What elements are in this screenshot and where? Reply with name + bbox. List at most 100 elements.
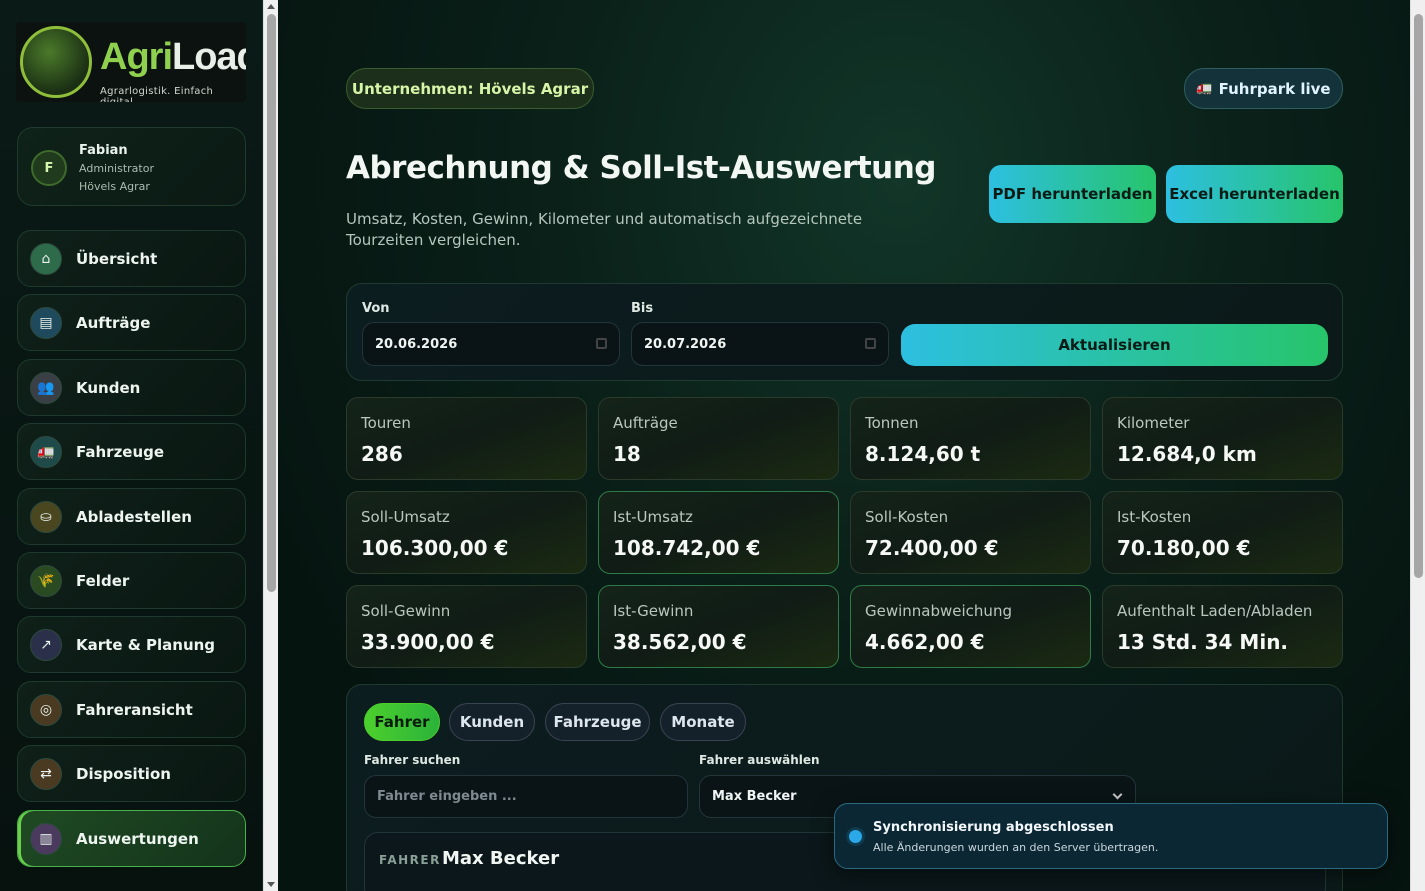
fleet-live-button[interactable]: 🚛 Fuhrpark live: [1184, 68, 1343, 109]
scroll-thumb[interactable]: [1414, 14, 1423, 578]
agriload-logo[interactable]: AgriLoad Agrarlogistik. Einfach digital.: [16, 22, 246, 102]
scroll-thumb[interactable]: [267, 14, 276, 592]
driver-name: Max Becker: [442, 848, 560, 869]
kpi-value: 38.562,00 €: [613, 630, 747, 654]
status-dot-icon: [849, 830, 862, 843]
kpi-card: Soll-Kosten 72.400,00 €: [850, 491, 1091, 574]
sidebar-item-aufträge[interactable]: ▤ Aufträge: [17, 294, 246, 352]
sidebar-item-label: Disposition: [76, 765, 171, 784]
kpi-label: Soll-Kosten: [865, 508, 949, 526]
kpi-label: Aufträge: [613, 414, 678, 432]
chart-icon: ▥: [30, 822, 62, 855]
sidebar-scrollbar[interactable]: [263, 0, 278, 891]
sidebar-item-übersicht[interactable]: ⌂ Übersicht: [17, 230, 246, 287]
swap-icon: ⇄: [30, 758, 62, 791]
scroll-up-icon[interactable]: [267, 4, 275, 9]
truck-icon: 🚛: [30, 436, 62, 469]
sidebar-item-auswertungen[interactable]: ▥ Auswertungen: [17, 809, 246, 867]
kpi-card: Aufenthalt Laden/Abladen 13 Std. 34 Min.: [1102, 585, 1343, 668]
main-content: Unternehmen: Hövels Agrar 🚛 Fuhrpark live…: [279, 0, 1410, 891]
brand-name-b: Load: [172, 36, 246, 78]
calendar-icon[interactable]: [865, 338, 876, 349]
sidebar-item-disposition[interactable]: ⇄ Disposition: [17, 745, 246, 803]
kpi-card: Soll-Gewinn 33.900,00 €: [346, 585, 587, 668]
kpi-value: 13 Std. 34 Min.: [1117, 630, 1289, 654]
brand-tagline: Agrarlogistik. Einfach digital.: [100, 86, 214, 102]
sidebar-item-fahreransicht[interactable]: ◎ Fahreransicht: [17, 680, 246, 738]
from-label: Von: [362, 301, 390, 316]
tab-monate[interactable]: Monate: [660, 703, 746, 741]
list-icon: ▤: [30, 307, 62, 340]
calendar-icon[interactable]: [596, 338, 607, 349]
truck-icon: 🚛: [1196, 81, 1213, 96]
kpi-value: 72.400,00 €: [865, 536, 999, 560]
user-card[interactable]: F Fabian Administrator Hövels Agrar: [17, 127, 246, 206]
toast-title: Synchronisierung abgeschlossen: [873, 820, 1114, 835]
tab-kunden[interactable]: Kunden: [449, 703, 535, 741]
kpi-value: 4.662,00 €: [865, 630, 985, 654]
sidebar-item-label: Karte & Planung: [76, 636, 216, 655]
sidebar: AgriLoad Agrarlogistik. Einfach digital.…: [0, 0, 263, 891]
kpi-label: Soll-Gewinn: [361, 602, 451, 620]
kpi-value: 12.684,0 km: [1117, 442, 1257, 466]
kpi-label: Touren: [361, 414, 411, 432]
excel-download-button[interactable]: Excel herunterladen: [1166, 165, 1343, 223]
kpi-card: Tonnen 8.124,60 t: [850, 397, 1091, 480]
brand-name-a: Agri: [100, 36, 173, 78]
sidebar-item-karte-planung[interactable]: ↗ Karte & Planung: [17, 616, 246, 674]
kpi-label: Ist-Kosten: [1117, 508, 1192, 526]
pdf-download-button[interactable]: PDF herunterladen: [989, 165, 1156, 223]
driver-tag: FAHRER: [379, 853, 441, 867]
sidebar-nav: ⌂ Übersicht ▤ Aufträge 👥 Kunden 🚛 Fahrzeuge ⛀ Abl…: [17, 230, 246, 874]
sidebar-item-label: Fahreransicht: [76, 700, 193, 719]
user-org: Hövels Agrar: [79, 180, 150, 193]
silo-icon: ⛀: [30, 500, 62, 533]
kpi-value: 33.900,00 €: [361, 630, 495, 654]
kpi-card: Soll-Umsatz 106.300,00 €: [346, 491, 587, 574]
kpi-label: Soll-Umsatz: [361, 508, 450, 526]
from-date-value: 20.06.2026: [375, 336, 458, 352]
kpi-value: 8.124,60 t: [865, 442, 981, 466]
company-badge[interactable]: Unternehmen: Hövels Agrar: [346, 68, 594, 109]
sidebar-item-label: Fahrzeuge: [76, 443, 165, 462]
sidebar-item-label: Auswertungen: [76, 829, 199, 848]
kpi-label: Ist-Gewinn: [613, 602, 694, 620]
kpi-card: Aufträge 18: [598, 397, 839, 480]
wheat-icon: 🌾: [30, 564, 62, 597]
map-icon: ↗: [30, 629, 62, 662]
toast-text: Alle Änderungen wurden an den Server übe…: [873, 841, 1159, 854]
sync-toast[interactable]: Synchronisierung abgeschlossen Alle Ände…: [834, 803, 1388, 869]
page-description: Umsatz, Kosten, Gewinn, Kilometer und au…: [346, 210, 863, 249]
driver-select-value: Max Becker: [712, 789, 797, 804]
sidebar-item-fahrzeuge[interactable]: 🚛 Fahrzeuge: [17, 423, 246, 481]
driver-select-label: Fahrer auswählen: [699, 753, 820, 767]
sidebar-item-abladestellen[interactable]: ⛀ Abladestellen: [17, 487, 246, 545]
scroll-down-icon[interactable]: [267, 882, 275, 887]
from-date-input[interactable]: 20.06.2026: [362, 322, 620, 366]
fleet-live-label: Fuhrpark live: [1218, 79, 1331, 98]
main-scrollbar[interactable]: [1410, 0, 1425, 891]
kpi-card: Ist-Umsatz 108.742,00 €: [598, 491, 839, 574]
sidebar-item-label: Felder: [76, 571, 130, 590]
sidebar-item-kunden[interactable]: 👥 Kunden: [17, 358, 246, 416]
update-button[interactable]: Aktualisieren: [901, 324, 1328, 366]
tab-fahrer[interactable]: Fahrer: [364, 703, 440, 741]
truck-logo-icon: [20, 26, 92, 98]
driver-search-label: Fahrer suchen: [364, 753, 461, 767]
to-date-input[interactable]: 20.07.2026: [631, 322, 889, 366]
kpi-value: 286: [361, 442, 403, 466]
driver-search-input[interactable]: Fahrer eingeben ...: [364, 775, 688, 818]
user-name: Fabian: [79, 143, 128, 158]
kpi-card: Kilometer 12.684,0 km: [1102, 397, 1343, 480]
steering-icon: ◎: [30, 693, 62, 726]
kpi-value: 18: [613, 442, 641, 466]
sidebar-item-label: Übersicht: [76, 250, 158, 268]
date-filter-panel: Von 20.06.2026 Bis 20.07.2026 Aktualisie…: [346, 283, 1343, 381]
kpi-label: Aufenthalt Laden/Abladen: [1117, 602, 1313, 620]
page-title: Abrechnung & Soll-Ist-Auswertung: [346, 150, 936, 186]
kpi-value: 108.742,00 €: [613, 536, 761, 560]
sidebar-item-label: Aufträge: [76, 314, 151, 333]
tab-fahrzeuge[interactable]: Fahrzeuge: [545, 703, 650, 741]
kpi-value: 106.300,00 €: [361, 536, 509, 560]
sidebar-item-felder[interactable]: 🌾 Felder: [17, 551, 246, 609]
